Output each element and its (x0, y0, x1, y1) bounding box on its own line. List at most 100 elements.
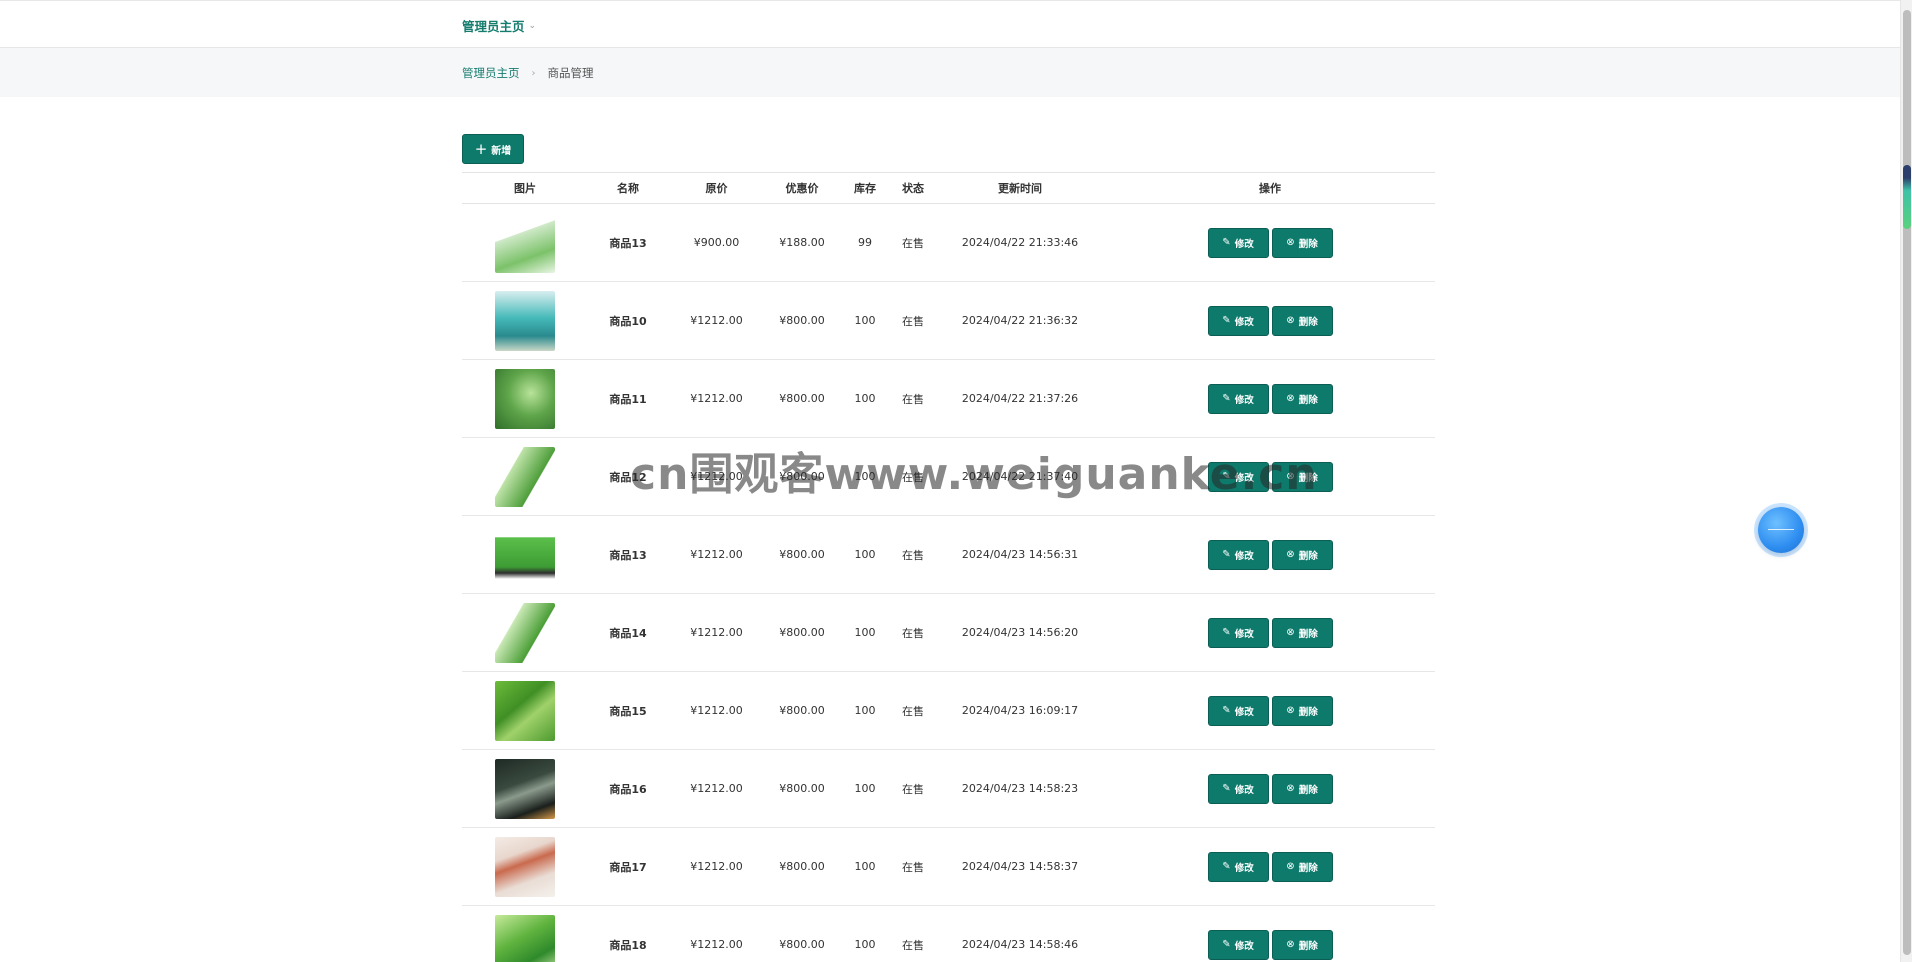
edit-button[interactable]: ✎ 修改 (1207, 695, 1269, 726)
cell-actions: ✎ 修改 ⊗ 删除 (1105, 905, 1435, 962)
cell-updated: 2024/04/23 14:58:37 (935, 827, 1105, 906)
cell-updated: 2024/04/23 14:56:20 (935, 593, 1105, 672)
cell-image (462, 203, 588, 282)
edit-button[interactable]: ✎ 修改 (1207, 773, 1269, 804)
product-image (495, 914, 555, 962)
delete-button[interactable]: ⊗ 删除 (1271, 773, 1333, 804)
cell-name: 商品12 (588, 437, 668, 516)
delete-button[interactable]: ⊗ 删除 (1271, 695, 1333, 726)
floating-assistant-button[interactable] (1758, 507, 1804, 553)
delete-button[interactable]: ⊗ 删除 (1271, 539, 1333, 570)
breadcrumb: 管理员主页 › 商品管理 (462, 65, 594, 81)
delete-button[interactable]: ⊗ 删除 (1271, 617, 1333, 648)
cell-status: 在售 (891, 905, 935, 962)
edit-button[interactable]: ✎ 修改 (1207, 461, 1269, 492)
cell-discount: ¥800.00 (765, 281, 839, 360)
product-image (495, 446, 555, 507)
delete-button[interactable]: ⊗ 删除 (1271, 305, 1333, 336)
page-scrollbar[interactable] (1900, 0, 1912, 962)
edit-icon: ✎ (1222, 861, 1231, 872)
table-row: 商品15 ¥1212.00 ¥800.00 100 在售 2024/04/23 … (462, 671, 1435, 750)
cell-image (462, 437, 588, 516)
edit-button-label: 修改 (1234, 550, 1254, 562)
scrollbar-thumb[interactable] (1903, 10, 1911, 955)
cell-image (462, 749, 588, 828)
column-header-discount: 优惠价 (765, 172, 839, 204)
delete-button-label: 删除 (1298, 394, 1318, 406)
edit-button[interactable]: ✎ 修改 (1207, 851, 1269, 882)
cell-price: ¥1212.00 (668, 749, 765, 828)
delete-icon: ⊗ (1286, 705, 1295, 716)
cell-name: 商品11 (588, 359, 668, 438)
cell-stock: 100 (839, 359, 891, 438)
edit-button[interactable]: ✎ 修改 (1207, 617, 1269, 648)
cell-name: 商品15 (588, 671, 668, 750)
cell-actions: ✎ 修改 ⊗ 删除 (1105, 281, 1435, 360)
delete-button[interactable]: ⊗ 删除 (1271, 227, 1333, 258)
table-header-row: 图片 名称 原价 优惠价 库存 状态 更新时间 操作 (462, 172, 1435, 204)
column-header-name: 名称 (588, 172, 668, 204)
delete-button[interactable]: ⊗ 删除 (1271, 461, 1333, 492)
breadcrumb-home-link[interactable]: 管理员主页 (462, 65, 520, 81)
delete-icon: ⊗ (1286, 783, 1295, 794)
cell-status: 在售 (891, 515, 935, 594)
cell-status: 在售 (891, 827, 935, 906)
edit-button[interactable]: ✎ 修改 (1207, 539, 1269, 570)
cell-stock: 100 (839, 593, 891, 672)
admin-home-menu[interactable]: 管理员主页 ⌄ (462, 16, 536, 35)
cell-actions: ✎ 修改 ⊗ 删除 (1105, 593, 1435, 672)
table-row: 商品11 ¥1212.00 ¥800.00 100 在售 2024/04/22 … (462, 359, 1435, 438)
edit-icon: ✎ (1222, 783, 1231, 794)
edit-button[interactable]: ✎ 修改 (1207, 383, 1269, 414)
cell-updated: 2024/04/23 14:58:46 (935, 905, 1105, 962)
add-product-label: 新增 (491, 145, 512, 157)
cell-name: 商品13 (588, 203, 668, 282)
breadcrumb-bar: 管理员主页 › 商品管理 (0, 48, 1900, 97)
cell-updated: 2024/04/22 21:37:26 (935, 359, 1105, 438)
cell-name: 商品17 (588, 827, 668, 906)
edit-button-label: 修改 (1234, 316, 1254, 328)
delete-button[interactable]: ⊗ 删除 (1271, 851, 1333, 882)
product-image (495, 836, 555, 897)
row-actions: ✎ 修改 ⊗ 删除 (1105, 383, 1435, 414)
edit-button-label: 修改 (1234, 862, 1254, 874)
delete-button-label: 删除 (1298, 238, 1318, 250)
column-header-actions: 操作 (1105, 172, 1435, 204)
cell-price: ¥1212.00 (668, 905, 765, 962)
edit-button[interactable]: ✎ 修改 (1207, 227, 1269, 258)
row-actions: ✎ 修改 ⊗ 删除 (1105, 929, 1435, 960)
cell-stock: 100 (839, 437, 891, 516)
cell-actions: ✎ 修改 ⊗ 删除 (1105, 515, 1435, 594)
edit-button-label: 修改 (1234, 238, 1254, 250)
edit-button[interactable]: ✎ 修改 (1207, 305, 1269, 336)
delete-button-label: 删除 (1298, 784, 1318, 796)
cell-stock: 100 (839, 515, 891, 594)
column-header-price: 原价 (668, 172, 765, 204)
column-header-status: 状态 (891, 172, 935, 204)
cell-discount: ¥800.00 (765, 905, 839, 962)
edit-icon: ✎ (1222, 393, 1231, 404)
delete-button[interactable]: ⊗ 删除 (1271, 929, 1333, 960)
edit-button-label: 修改 (1234, 706, 1254, 718)
product-image (495, 290, 555, 351)
cell-stock: 99 (839, 203, 891, 282)
delete-button-label: 删除 (1298, 706, 1318, 718)
cell-updated: 2024/04/23 14:56:31 (935, 515, 1105, 594)
delete-button[interactable]: ⊗ 删除 (1271, 383, 1333, 414)
table-row: 商品16 ¥1212.00 ¥800.00 100 在售 2024/04/23 … (462, 749, 1435, 828)
table-row: 商品10 ¥1212.00 ¥800.00 100 在售 2024/04/22 … (462, 281, 1435, 360)
row-actions: ✎ 修改 ⊗ 删除 (1105, 227, 1435, 258)
delete-button-label: 删除 (1298, 862, 1318, 874)
edit-icon: ✎ (1222, 549, 1231, 560)
delete-button-label: 删除 (1298, 550, 1318, 562)
add-product-button[interactable]: + 新增 (462, 134, 524, 164)
row-actions: ✎ 修改 ⊗ 删除 (1105, 461, 1435, 492)
cell-price: ¥1212.00 (668, 359, 765, 438)
cell-discount: ¥800.00 (765, 515, 839, 594)
cell-price: ¥1212.00 (668, 437, 765, 516)
cell-stock: 100 (839, 905, 891, 962)
cell-discount: ¥800.00 (765, 359, 839, 438)
edit-button[interactable]: ✎ 修改 (1207, 929, 1269, 960)
edit-icon: ✎ (1222, 627, 1231, 638)
cell-image (462, 905, 588, 962)
